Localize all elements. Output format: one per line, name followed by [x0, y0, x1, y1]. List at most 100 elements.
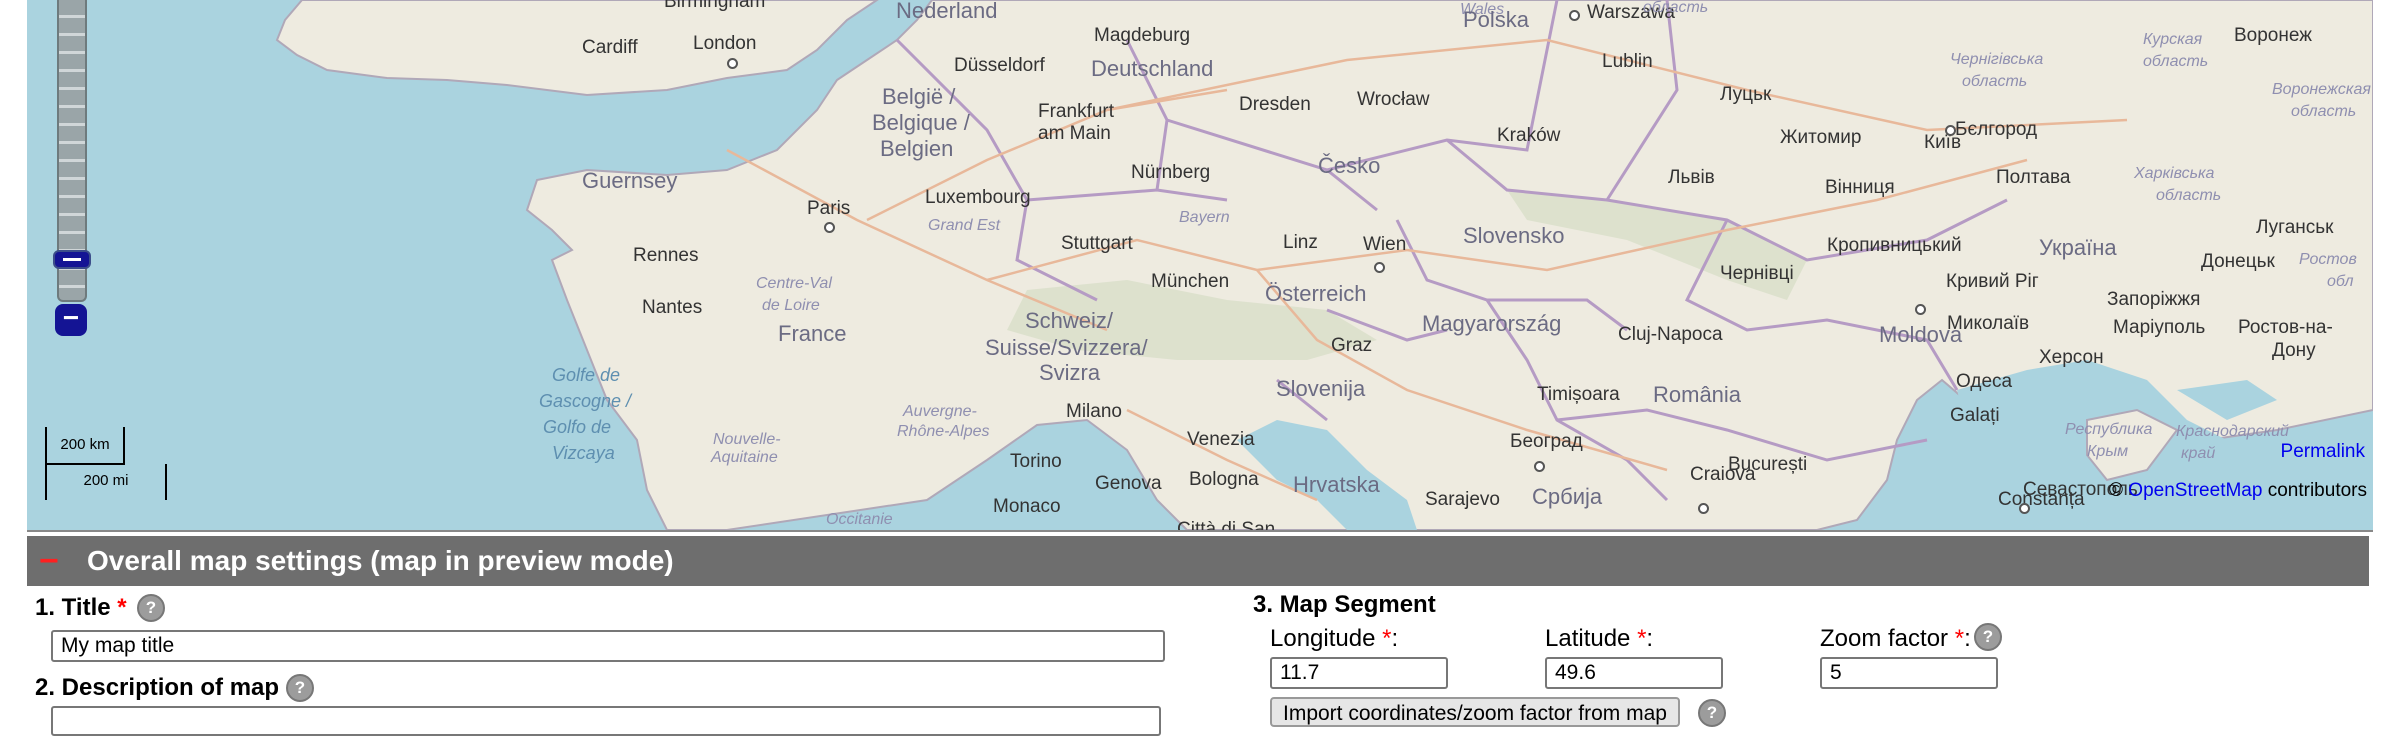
- map-label: Београд: [1510, 431, 1583, 452]
- map-label: Житомир: [1780, 127, 1862, 148]
- map-label: Düsseldorf: [954, 55, 1045, 76]
- map-label: am Main: [1038, 123, 1111, 144]
- map-label: Kraków: [1497, 125, 1561, 146]
- map-label: Wrocław: [1357, 89, 1430, 110]
- map-label: Бєлгород: [1955, 119, 2038, 140]
- map-label: München: [1151, 271, 1230, 292]
- map-label: Одеса: [1956, 371, 2013, 392]
- map-label: Frankfurt: [1038, 101, 1115, 122]
- longitude-label: Longitude *:: [1270, 625, 1399, 652]
- map-label: Львів: [1668, 167, 1715, 188]
- permalink-link[interactable]: Permalink: [2281, 441, 2365, 463]
- map-label: Città di San: [1177, 519, 1276, 532]
- map-label: Кривий Ріг: [1946, 271, 2039, 292]
- map-label: Galați: [1950, 405, 2000, 426]
- help-icon-import[interactable]: ?: [1698, 699, 1726, 727]
- map-label: Полтава: [1996, 167, 2071, 188]
- map-label: Крым: [2087, 443, 2129, 460]
- city-marker: [1569, 10, 1580, 21]
- map-label: Bayern: [1179, 209, 1230, 226]
- map-label: Aquitaine: [711, 449, 778, 466]
- help-icon-zoom[interactable]: ?: [1974, 623, 2002, 651]
- map-label: Centre-Val: [756, 275, 832, 292]
- scale-bar: 200 km 200 mi: [45, 427, 245, 507]
- map-label: Ростов: [2299, 251, 2357, 268]
- map-label: România: [1653, 382, 1742, 407]
- copyright-symbol: ©: [2109, 480, 2124, 501]
- openstreetmap-link[interactable]: OpenStreetMap: [2128, 480, 2262, 501]
- map-label: Graz: [1331, 335, 1373, 356]
- map-label: Belgien: [880, 136, 954, 161]
- map-label: область: [2291, 103, 2357, 120]
- scale-mi: 200 mi: [45, 464, 167, 500]
- map-label: Torino: [1010, 451, 1062, 472]
- map-label: Србија: [1532, 484, 1603, 509]
- map-label: Slovensko: [1463, 223, 1565, 248]
- map-label: Rennes: [633, 245, 699, 266]
- map-label: Nantes: [642, 297, 703, 318]
- map-label: Belgique /: [872, 110, 970, 135]
- map-label: Auvergne-: [903, 403, 977, 420]
- map-label: Bologna: [1189, 469, 1259, 490]
- map-label: Gascogne /: [539, 391, 632, 411]
- import-coordinates-button[interactable]: Import coordinates/zoom factor from map: [1270, 697, 1680, 727]
- map-label: Ростов-на-: [2238, 317, 2333, 338]
- map-label: Österreich: [1265, 281, 1367, 306]
- map-label: область: [2156, 187, 2222, 204]
- help-icon-description[interactable]: ?: [286, 674, 314, 702]
- settings-title: Overall map settings (map in preview mod…: [87, 545, 674, 576]
- map-label: Маріуполь: [2113, 317, 2206, 338]
- title-input[interactable]: [51, 630, 1165, 662]
- title-label: 1. Title *: [35, 594, 127, 621]
- map-label: Дону: [2272, 340, 2316, 361]
- city-marker: [2019, 503, 2030, 514]
- city-marker: [1374, 262, 1385, 273]
- map-label: London: [693, 33, 757, 54]
- map-label: Suisse/Svizzera/: [985, 335, 1148, 360]
- map-label: Rhône-Alpes: [897, 423, 990, 440]
- collapse-icon[interactable]: −: [39, 536, 59, 586]
- map-label: Воронеж: [2234, 25, 2312, 46]
- map-label: France: [778, 321, 847, 346]
- zoom-factor-label: Zoom factor *:: [1820, 625, 1971, 652]
- map-label: Timișoara: [1537, 384, 1620, 405]
- map-label: Херсон: [2039, 347, 2104, 368]
- map-label: Кропивницький: [1827, 235, 1962, 256]
- city-marker: [1945, 125, 1956, 136]
- zoom-out-button[interactable]: −: [55, 304, 87, 336]
- map-label: Grand Est: [928, 217, 1001, 234]
- map-label: Донецьк: [2201, 251, 2275, 272]
- map-label: de Loire: [762, 297, 820, 314]
- map-label: Луганськ: [2256, 217, 2334, 238]
- map-label: Hrvatska: [1293, 472, 1380, 497]
- description-input[interactable]: [51, 706, 1161, 736]
- map-view[interactable]: Wales Birmingham Cardiff London Nederland Mag…: [27, 0, 2373, 532]
- map-label: Schweiz/: [1025, 308, 1114, 333]
- map-label: область: [2143, 53, 2209, 70]
- map-label: Cluj-Napoca: [1618, 324, 1723, 345]
- map-label: обл: [2327, 273, 2354, 290]
- map-label: Svizra: [1039, 360, 1101, 385]
- map-label: Deutschland: [1091, 56, 1214, 81]
- zoom-slider-handle[interactable]: [53, 250, 91, 269]
- city-marker: [1915, 304, 1926, 315]
- map-label: Venezia: [1187, 429, 1255, 450]
- city-marker: [727, 58, 738, 69]
- city-marker: [1534, 461, 1545, 472]
- map-label: Луцьк: [1720, 84, 1772, 105]
- latitude-input[interactable]: [1545, 657, 1723, 689]
- map-label: Linz: [1283, 232, 1318, 253]
- help-icon-title[interactable]: ?: [137, 594, 165, 622]
- map-label: Genova: [1095, 473, 1162, 494]
- map-label: область: [1643, 0, 1709, 16]
- settings-header[interactable]: − Overall map settings (map in preview m…: [27, 536, 2369, 586]
- map-label: Nürnberg: [1131, 162, 1211, 183]
- land-great-britain: [275, 0, 879, 97]
- map-label: Cardiff: [582, 37, 638, 58]
- map-label: Birmingham: [664, 0, 766, 12]
- zoom-factor-input[interactable]: [1820, 657, 1998, 689]
- map-label: Nouvelle-: [713, 431, 781, 448]
- map-label: Magdeburg: [1094, 25, 1191, 46]
- longitude-input[interactable]: [1270, 657, 1448, 689]
- map-label: Guernsey: [582, 168, 678, 193]
